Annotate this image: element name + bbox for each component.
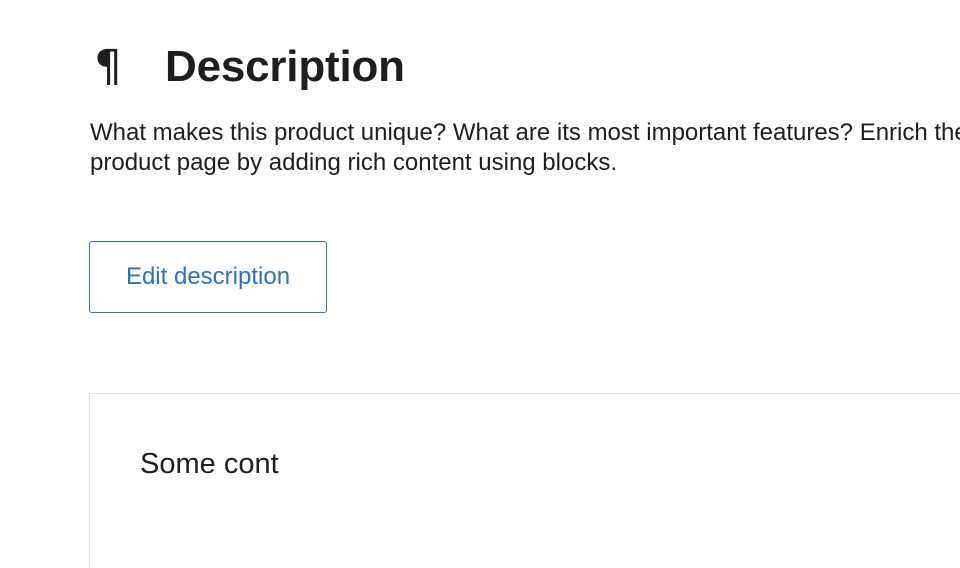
section-title: Description bbox=[165, 42, 405, 91]
edit-description-button[interactable]: Edit description bbox=[89, 241, 327, 313]
preview-content-text: Some cont bbox=[140, 448, 279, 480]
pilcrow-icon: ¶ bbox=[94, 41, 122, 92]
description-content-preview[interactable]: Some cont bbox=[89, 393, 960, 568]
product-description-section: ¶ Description What makes this product un… bbox=[0, 0, 960, 568]
section-help-text: What makes this product unique? What are… bbox=[90, 119, 960, 176]
section-header: ¶ Description bbox=[94, 38, 405, 96]
